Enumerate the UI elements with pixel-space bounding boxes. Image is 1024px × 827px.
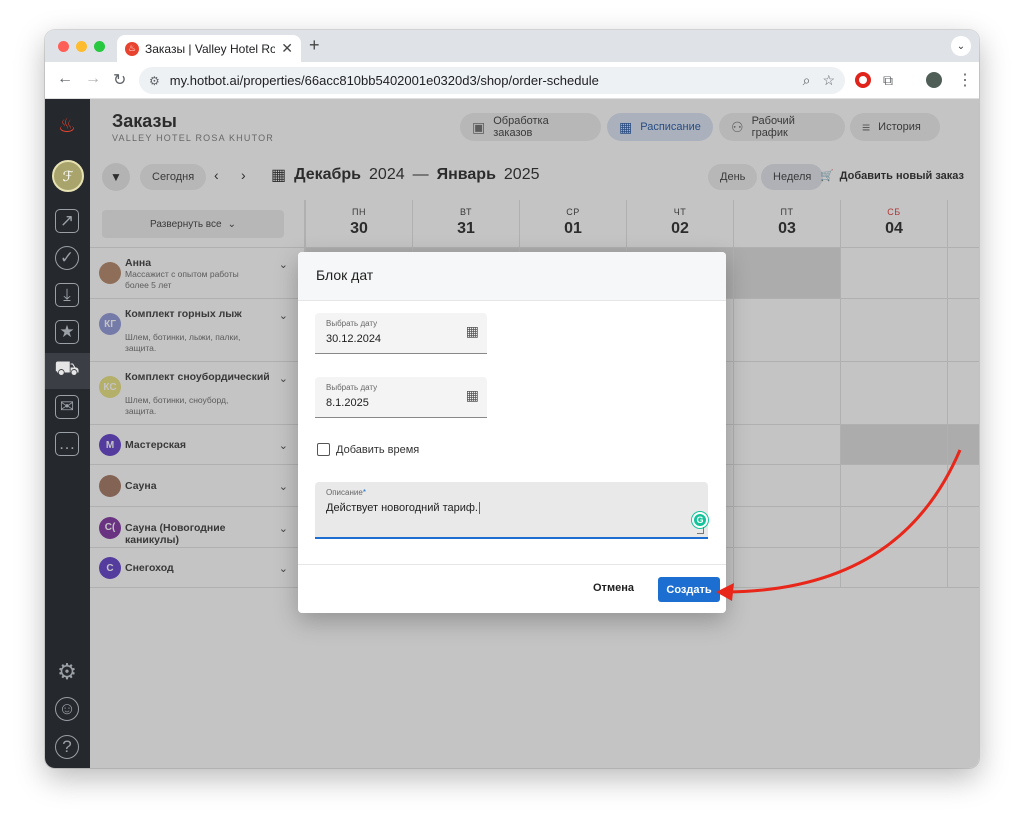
date-to-field[interactable]: Выбрать дату 8.1.2025 ▦ [315,377,487,418]
resize-handle-icon[interactable] [697,527,704,534]
add-time-checkbox[interactable] [317,443,330,456]
address-bar[interactable]: ⚙ my.hotbot.ai/properties/66acc810bb5402… [139,67,845,94]
minimize-window-button[interactable] [76,41,87,52]
grammarly-icon[interactable]: G [692,512,708,528]
description-label: Описание* [326,488,366,497]
close-window-button[interactable] [58,41,69,52]
dialog-title: Блок дат [298,252,726,301]
extensions-puzzle-icon[interactable]: ⧉ [883,72,899,88]
date-from-value: 30.12.2024 [326,333,382,345]
shop-cart-icon[interactable]: ⛟ [54,358,79,382]
side-rail: ♨ ℱ ↗ ✓ ⤓ ★ ⛟ ✉ … ⚙ ☺ ? [45,99,90,768]
browser-tab[interactable]: ♨ Заказы | Valley Hotel Rosa Kh ✕ [117,35,301,62]
mail-icon[interactable]: ✉ [55,395,79,419]
site-info-icon[interactable]: ⚙ [149,74,160,88]
tab-strip: ♨ Заказы | Valley Hotel Rosa Kh ✕ + ⌄ [45,30,979,62]
back-icon[interactable]: ← [57,70,73,88]
add-time-label: Добавить время [336,443,420,456]
dialog-footer-divider [298,564,726,565]
favicon-icon: ♨ [125,41,139,56]
date-to-value: 8.1.2025 [326,397,369,409]
reviews-star-icon[interactable]: ★ [55,320,79,344]
description-label-text: Описание [326,488,363,497]
add-time-checkbox-row[interactable]: Добавить время [317,443,419,456]
analytics-icon[interactable]: ↗ [55,209,79,233]
required-mark: * [362,488,366,497]
tab-title: Заказы | Valley Hotel Rosa Kh [145,41,276,56]
browser-menu-icon[interactable]: ⋮ [957,70,973,90]
account-user-icon[interactable]: ☺ [55,697,79,721]
app: ♨ ℱ ↗ ✓ ⤓ ★ ⛟ ✉ … ⚙ ☺ ? Заказы VALLEY HO… [45,99,979,768]
browser-window: ♨ Заказы | Valley Hotel Rosa Kh ✕ + ⌄ ← … [45,30,979,768]
bookmark-star-icon[interactable]: ☆ [822,72,835,89]
create-button[interactable]: Создать [658,577,720,602]
close-tab-icon[interactable]: ✕ [281,40,293,57]
date-from-field[interactable]: Выбрать дату 30.12.2024 ▦ [315,313,487,354]
hotbot-logo-icon[interactable]: ♨ [58,113,76,138]
date-to-label: Выбрать дату [326,383,378,392]
reload-icon[interactable]: ↻ [113,70,126,90]
description-value: Действует новогодний тариф. [326,502,478,514]
opera-extension-icon[interactable] [855,72,871,88]
property-avatar[interactable]: ℱ [52,160,84,192]
maximize-window-button[interactable] [94,41,105,52]
tasks-check-icon[interactable]: ✓ [55,246,79,270]
cancel-button[interactable]: Отмена [593,582,634,594]
profile-avatar-icon[interactable] [926,72,942,88]
zoom-icon[interactable]: ⌕ [803,72,811,89]
forward-icon[interactable]: → [85,70,101,88]
calendar-picker-icon[interactable]: ▦ [466,323,479,340]
chat-icon[interactable]: … [55,432,79,456]
tab-search-icon[interactable]: ⌄ [951,36,971,56]
url-text: my.hotbot.ai/properties/66acc810bb540200… [169,73,599,88]
settings-gear-icon[interactable]: ⚙ [55,659,79,684]
browser-toolbar: ← → ↻ ⚙ my.hotbot.ai/properties/66acc810… [45,62,979,99]
block-dates-dialog: Блок дат Выбрать дату 30.12.2024 ▦ Выбра… [298,252,726,613]
calendar-picker-icon[interactable]: ▦ [466,387,479,404]
new-tab-icon[interactable]: + [309,35,320,56]
description-textarea[interactable]: Описание* Действует новогодний тариф. G [315,482,708,539]
inbox-download-icon[interactable]: ⤓ [55,283,79,307]
main-content: Заказы VALLEY HOTEL ROSA KHUTOR ▣ Обрабо… [90,99,979,768]
help-icon[interactable]: ? [55,735,79,759]
date-from-label: Выбрать дату [326,319,378,328]
